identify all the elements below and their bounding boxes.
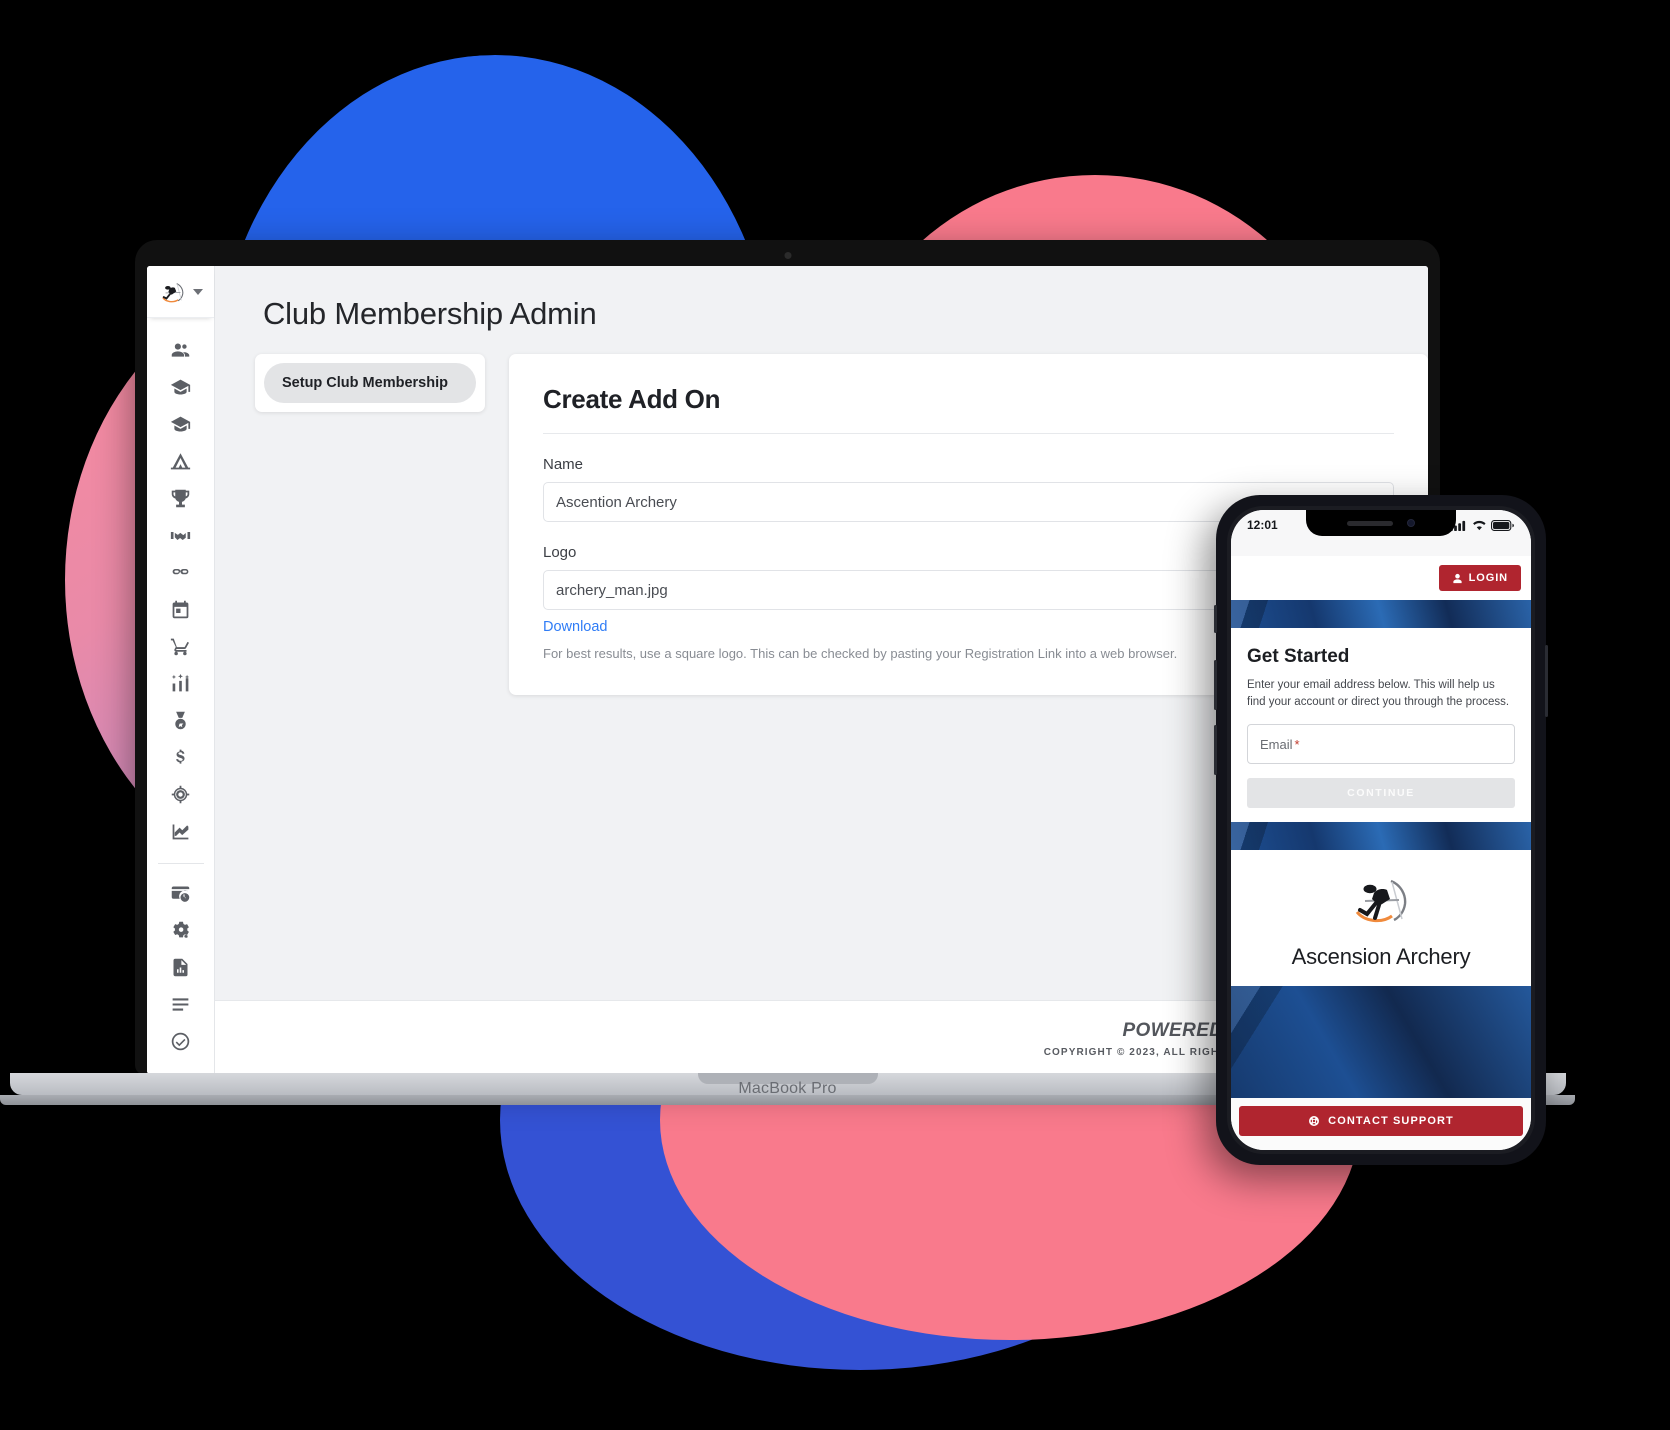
- sidebar-item-finance[interactable]: [147, 739, 215, 776]
- email-field[interactable]: Email *: [1247, 724, 1515, 765]
- get-started-section: Get Started Enter your email address bel…: [1231, 628, 1531, 823]
- webcam-icon: [784, 252, 791, 259]
- phone-volume-up-button: [1214, 660, 1217, 710]
- phone-notch: [1306, 510, 1456, 536]
- sidebar-item-settings[interactable]: [147, 912, 215, 949]
- get-started-description: Enter your email address below. This wil…: [1247, 679, 1510, 708]
- contact-support-label: CONTACT SUPPORT: [1328, 1115, 1454, 1127]
- page-title: Club Membership Admin: [263, 296, 597, 331]
- sidebar-item-tasks[interactable]: [147, 1023, 215, 1060]
- phone-volume-down-button: [1214, 725, 1217, 775]
- hero-banner-bottom: [1231, 986, 1531, 1098]
- sidebar-item-courses[interactable]: [147, 369, 215, 406]
- sidebar-item-logs[interactable]: [147, 986, 215, 1023]
- sidebar: [147, 266, 215, 1074]
- sidebar-nav: [147, 318, 215, 1060]
- sidebar-item-camps[interactable]: [147, 443, 215, 480]
- phone-bottom-bar: CONTACT SUPPORT: [1231, 1098, 1531, 1150]
- phone-mockup: 12:01 LOGIN Get Started Enter your email…: [1214, 495, 1548, 1165]
- sidebar-item-competitions[interactable]: [147, 480, 215, 517]
- club-name: Ascension Archery: [1291, 944, 1471, 970]
- earpiece-speaker-icon: [1347, 520, 1393, 526]
- menu-item-setup-club-membership[interactable]: Setup Club Membership: [264, 363, 476, 403]
- login-button-label: LOGIN: [1468, 572, 1508, 584]
- form-divider: [543, 433, 1394, 434]
- download-link[interactable]: Download: [543, 619, 608, 635]
- login-button[interactable]: LOGIN: [1438, 565, 1521, 591]
- continue-button[interactable]: CONTINUE: [1247, 778, 1515, 809]
- phone-top-bar: LOGIN: [1231, 556, 1531, 600]
- archer-logo-icon: [1355, 880, 1407, 923]
- front-camera-icon: [1407, 519, 1415, 527]
- contact-support-button[interactable]: CONTACT SUPPORT: [1239, 1106, 1523, 1136]
- sidebar-item-targets[interactable]: [147, 776, 215, 813]
- sidebar-item-subscriptions[interactable]: [147, 875, 215, 912]
- hero-banner-top: [1231, 600, 1531, 628]
- wifi-icon: [1472, 520, 1486, 530]
- battery-icon: [1491, 519, 1515, 531]
- phone-power-button: [1545, 645, 1548, 717]
- chevron-down-icon: [193, 288, 203, 295]
- phone-app-gap: [1231, 540, 1531, 556]
- status-time: 12:01: [1247, 518, 1278, 532]
- phone-mute-switch: [1214, 605, 1217, 633]
- sidebar-item-shop[interactable]: [147, 628, 215, 665]
- email-required-marker: *: [1294, 736, 1300, 752]
- lifebuoy-icon: [1309, 1116, 1320, 1126]
- sidebar-item-officials[interactable]: [147, 554, 215, 591]
- screenshot-stage: Club Membership Admin Setup Club Members…: [0, 0, 1670, 1430]
- side-menu-card: Setup Club Membership: [255, 354, 485, 412]
- sidebar-item-education[interactable]: [147, 406, 215, 443]
- get-started-title: Get Started: [1247, 646, 1350, 667]
- sidebar-item-members[interactable]: [147, 332, 215, 369]
- sidebar-divider: [157, 863, 204, 864]
- hero-banner-middle: [1231, 822, 1531, 851]
- sidebar-item-events[interactable]: [147, 591, 215, 628]
- status-indicators: [1450, 519, 1515, 531]
- club-panel: Ascension Archery: [1231, 850, 1531, 987]
- sidebar-item-awards[interactable]: [147, 702, 215, 739]
- email-field-placeholder: Email: [1260, 736, 1293, 752]
- phone-screen: 12:01 LOGIN Get Started Enter your email…: [1231, 510, 1531, 1150]
- phone-bezel: 12:01 LOGIN Get Started Enter your email…: [1227, 506, 1535, 1154]
- form-title: Create Add On: [543, 384, 721, 414]
- sidebar-item-rankings[interactable]: [147, 665, 215, 702]
- sidebar-item-reports[interactable]: [147, 949, 215, 986]
- sidebar-item-analytics[interactable]: [147, 813, 215, 850]
- sidebar-brand-switcher[interactable]: [147, 266, 214, 318]
- person-icon: [1453, 573, 1462, 583]
- archer-logo-icon: [162, 282, 184, 302]
- name-field-label: Name: [543, 456, 584, 473]
- sidebar-item-partners[interactable]: [147, 517, 215, 554]
